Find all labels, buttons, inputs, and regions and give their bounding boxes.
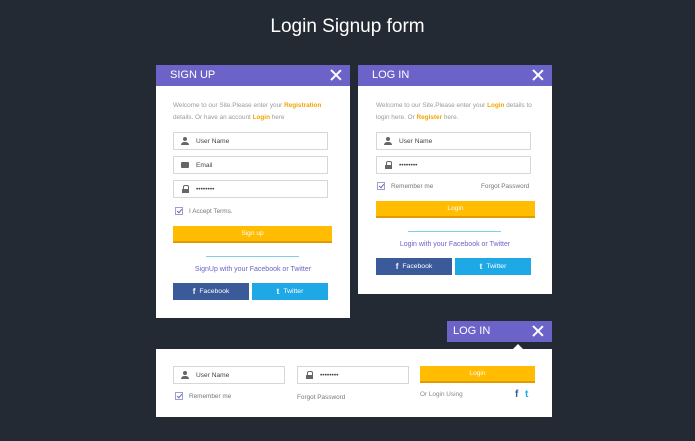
facebook-label: Facebook <box>199 288 230 295</box>
email-placeholder: Email <box>196 161 213 169</box>
username-field[interactable]: User Name <box>376 132 531 150</box>
signup-header: SIGN UP <box>156 65 350 86</box>
user-icon <box>178 371 192 379</box>
facebook-icon: f <box>395 262 399 271</box>
twitter-label: Twitter <box>283 288 304 295</box>
signup-button[interactable]: Sign up <box>173 226 332 243</box>
username-placeholder: User Name <box>196 371 230 379</box>
login-header: LOG IN <box>358 65 552 86</box>
signup-welcome-text: Welcome to our Site.Please enter your Re… <box>173 102 322 121</box>
login-link[interactable]: Login <box>487 102 504 109</box>
username-placeholder: User Name <box>399 137 433 145</box>
username-placeholder: User Name <box>196 137 230 145</box>
twitter-icon: t <box>479 262 483 271</box>
or-login-using-label: Or Login Using <box>420 391 463 398</box>
facebook-label: Facebook <box>402 263 433 270</box>
lock-icon <box>381 161 395 169</box>
facebook-icon[interactable]: f <box>515 389 518 400</box>
login-title: LOG IN <box>372 69 410 81</box>
password-value: •••••••• <box>399 161 418 169</box>
signup-title: SIGN UP <box>170 69 216 81</box>
lock-icon <box>178 185 192 193</box>
user-icon <box>381 137 395 145</box>
accept-terms-label: I Accept Terms. <box>189 207 233 215</box>
remember-me-label: Remember me <box>189 392 232 400</box>
login-button[interactable]: Login <box>420 366 535 383</box>
signup-social-text: SignUp with your Facebook or Twitter <box>194 266 312 273</box>
facebook-button[interactable]: f Facebook <box>376 258 452 275</box>
lock-icon <box>302 371 316 379</box>
twitter-button[interactable]: t Twitter <box>252 283 328 300</box>
login-panel: LOG IN Welcome to our Site.Please enter … <box>358 65 552 294</box>
username-field[interactable]: User Name <box>173 132 328 150</box>
username-field[interactable]: User Name <box>173 366 285 384</box>
forgot-password-link[interactable]: Forgot Password <box>481 183 529 190</box>
password-value: •••••••• <box>320 371 339 379</box>
checkbox-icon[interactable] <box>175 207 183 215</box>
mail-icon <box>178 162 192 168</box>
login-bar-tab: LOG IN <box>447 321 552 342</box>
divider <box>206 256 299 257</box>
forgot-password-link[interactable]: Forgot Password <box>297 394 345 401</box>
login-bar-title: LOG IN <box>453 325 491 337</box>
facebook-button[interactable]: f Facebook <box>173 283 249 300</box>
twitter-button[interactable]: t Twitter <box>455 258 531 275</box>
registration-link[interactable]: Registration <box>284 102 321 109</box>
register-link[interactable]: Register <box>417 114 443 121</box>
twitter-icon: t <box>276 287 280 296</box>
remember-me-checkbox[interactable]: Remember me <box>175 392 231 400</box>
close-icon[interactable] <box>532 325 544 337</box>
login-bar-header: LOG IN <box>447 321 552 342</box>
checkbox-icon[interactable] <box>377 182 385 190</box>
close-icon[interactable] <box>330 69 342 81</box>
twitter-label: Twitter <box>486 263 507 270</box>
password-field[interactable]: •••••••• <box>173 180 328 198</box>
twitter-icon[interactable]: t <box>525 389 528 400</box>
close-icon[interactable] <box>532 69 544 81</box>
login-link[interactable]: Login <box>253 114 270 121</box>
facebook-icon: f <box>192 287 196 296</box>
remember-me-label: Remember me <box>391 182 434 190</box>
user-icon <box>178 137 192 145</box>
remember-me-checkbox[interactable]: Remember me <box>377 182 433 190</box>
signup-panel: SIGN UP Welcome to our Site.Please enter… <box>156 65 350 318</box>
password-field[interactable]: •••••••• <box>376 156 531 174</box>
password-value: •••••••• <box>196 185 215 193</box>
password-field[interactable]: •••••••• <box>297 366 409 384</box>
login-bar: User Name •••••••• Login Remember me For… <box>156 349 552 417</box>
email-field[interactable]: Email <box>173 156 328 174</box>
login-welcome-text: Welcome to our Site.Please enter your Lo… <box>376 102 532 121</box>
accept-terms-checkbox[interactable]: I Accept Terms. <box>175 207 233 215</box>
login-button[interactable]: Login <box>376 201 535 218</box>
page-title: Login Signup form <box>270 16 425 37</box>
login-social-text: Login with your Facebook or Twitter <box>399 241 511 248</box>
divider <box>408 231 501 232</box>
checkbox-icon[interactable] <box>175 392 183 400</box>
